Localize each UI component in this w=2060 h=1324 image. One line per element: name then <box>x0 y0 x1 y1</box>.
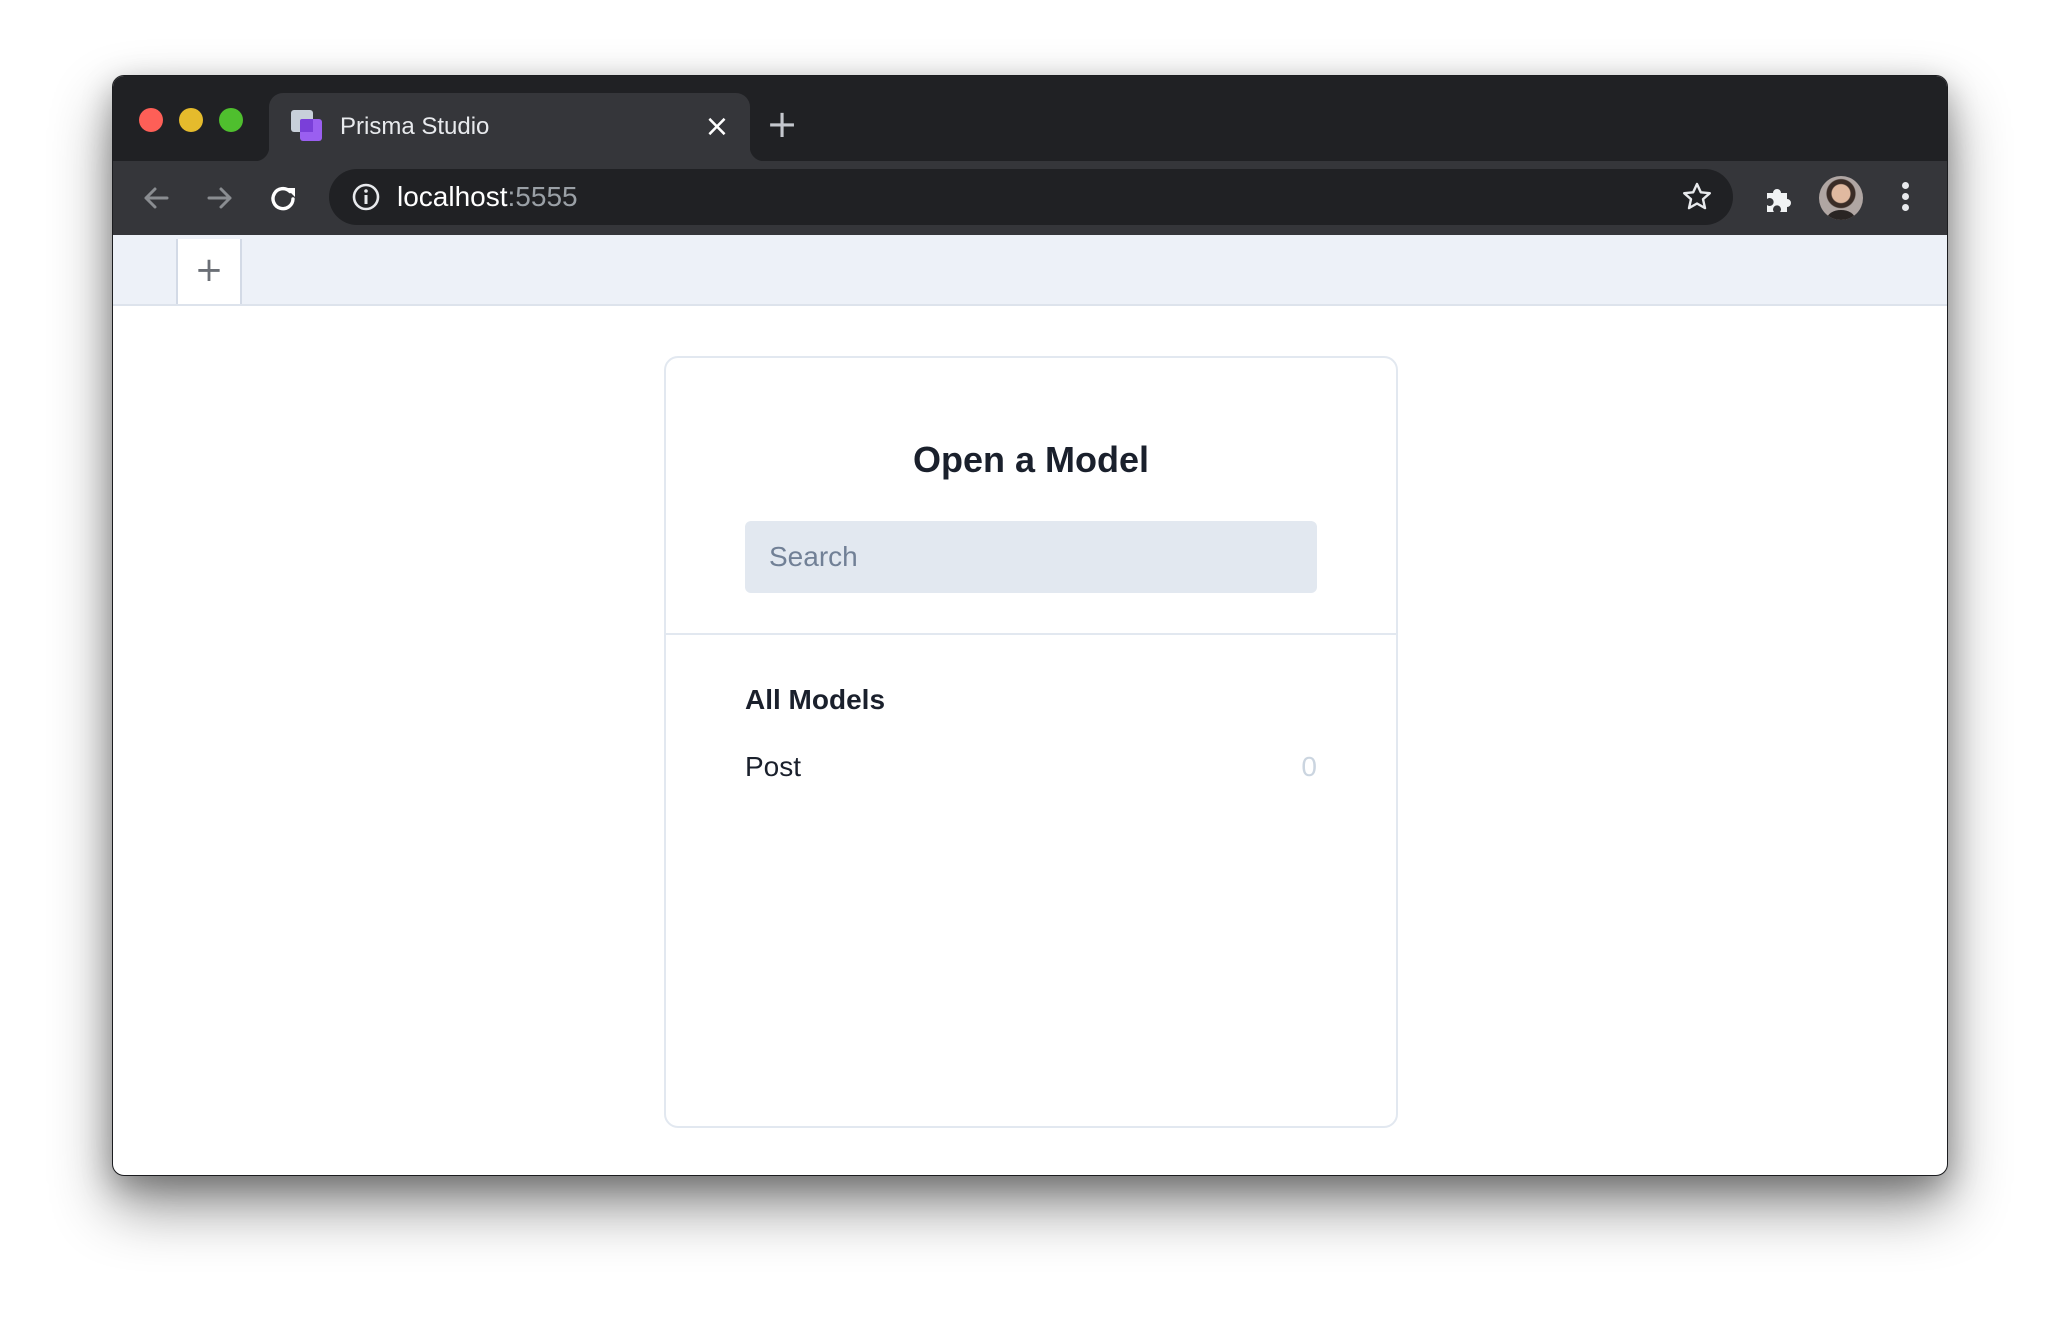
browser-titlebar: Prisma Studio × + <box>113 76 1947 161</box>
address-bar[interactable]: localhost:5555 <box>329 169 1733 225</box>
studio-tabs-bar: + <box>113 235 1947 306</box>
window-minimize-button[interactable] <box>179 108 203 132</box>
avatar[interactable] <box>1819 176 1863 220</box>
browser-toolbar: localhost:5555 <box>113 161 1947 235</box>
tab-title: Prisma Studio <box>340 113 490 140</box>
dialog-title: Open a Model <box>912 439 1150 480</box>
browser-tab-prisma-studio[interactable]: Prisma Studio × <box>255 93 764 161</box>
info-icon[interactable] <box>351 182 381 212</box>
model-record-count: 0 <box>1301 751 1317 782</box>
url-host: localhost <box>397 181 508 212</box>
reload-icon[interactable] <box>265 179 303 217</box>
browser-window: Prisma Studio × + localhost:5555 + Open … <box>112 75 1948 1176</box>
prisma-studio-icon <box>291 110 325 144</box>
arrow-right-icon[interactable] <box>201 179 239 217</box>
model-list-item[interactable]: Post 0 <box>745 745 1317 789</box>
add-studio-tab-button[interactable]: + <box>176 239 242 304</box>
divider <box>666 633 1396 635</box>
all-models-heading: All Models <box>745 684 886 715</box>
close-icon[interactable]: × <box>702 112 732 142</box>
puzzle-icon[interactable] <box>1761 181 1795 215</box>
star-icon[interactable] <box>1681 181 1713 213</box>
open-model-dialog: Open a Model All Models Post 0 <box>664 356 1398 1128</box>
window-maximize-button[interactable] <box>219 108 243 132</box>
url-text[interactable]: localhost:5555 <box>397 180 578 214</box>
url-port: :5555 <box>507 181 578 212</box>
model-search-input[interactable] <box>745 521 1317 593</box>
new-tab-button[interactable]: + <box>764 105 800 143</box>
arrow-left-icon[interactable] <box>137 179 175 217</box>
kebab-menu-icon[interactable] <box>1893 179 1917 217</box>
window-close-button[interactable] <box>139 108 163 132</box>
model-name: Post <box>745 751 802 782</box>
